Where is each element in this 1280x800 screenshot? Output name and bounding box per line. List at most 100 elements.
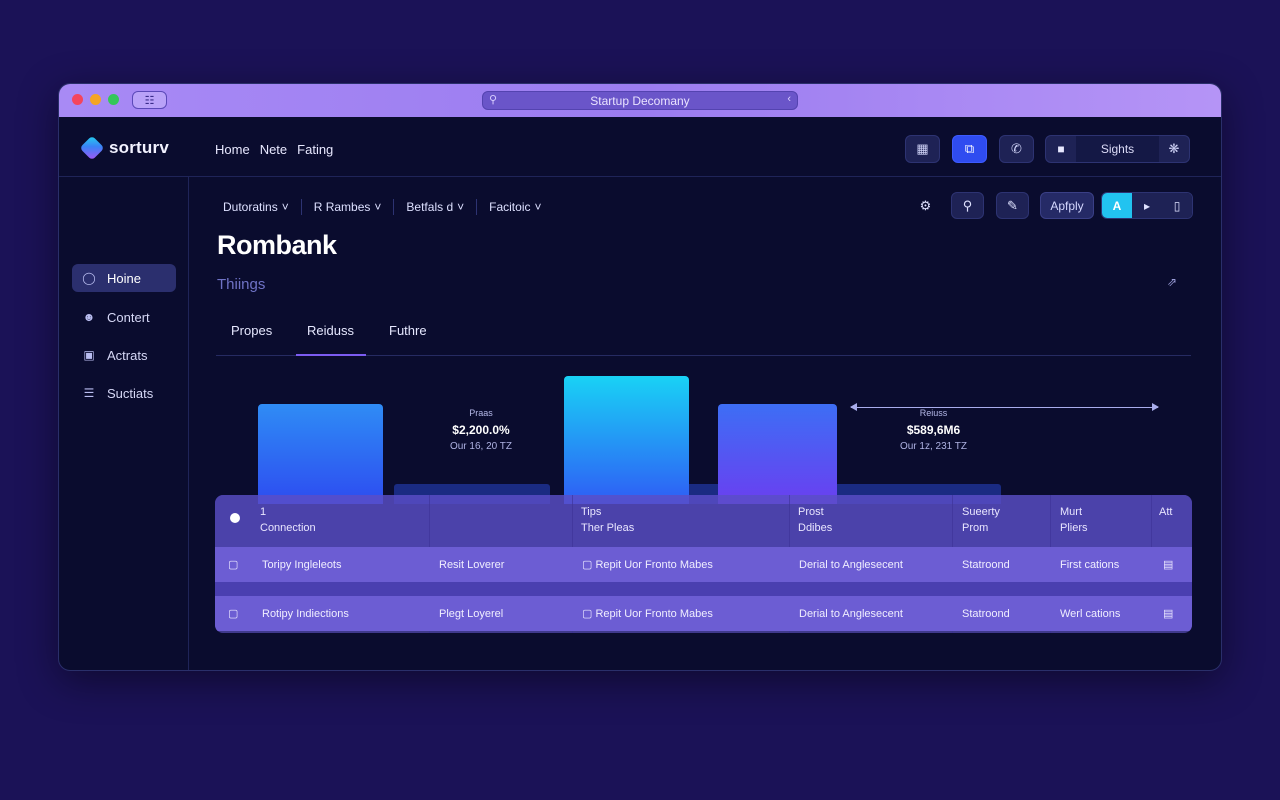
checkbox-icon[interactable]: ▢ bbox=[582, 607, 595, 620]
select-all-radio[interactable] bbox=[220, 513, 240, 523]
title-bar: ☷ ⚲ Startup Decomany ‹ bbox=[59, 84, 1221, 117]
sidebar-item-suctiats[interactable]: ☰ Suctiats bbox=[72, 379, 176, 407]
chart-annotation-1: Praas $2,200.0% Our 16, 20 TZ bbox=[426, 408, 536, 452]
edit-button[interactable]: ✎ bbox=[996, 192, 1029, 219]
sidebar-item-label: Contert bbox=[107, 309, 150, 325]
tab-futhre[interactable]: Futhre bbox=[389, 323, 427, 338]
table-row[interactable]: ▢ Toripy Ingleleots Resit Loverer ▢ Repi… bbox=[215, 547, 1192, 582]
chevron-down-icon: ˅ bbox=[457, 200, 465, 214]
segment-a-button[interactable]: A bbox=[1102, 193, 1132, 218]
data-table: 1 Connection Tips Ther Pleas Prost Ddibe… bbox=[215, 495, 1192, 633]
column-header[interactable]: Att bbox=[1149, 504, 1172, 520]
filter-label: R Rambes bbox=[313, 200, 371, 214]
filter-label: Facitoic bbox=[489, 200, 531, 214]
chevron-down-icon: ˅ bbox=[534, 200, 542, 214]
expand-icon[interactable]: ⇗ bbox=[1167, 275, 1177, 289]
column-header[interactable]: Prost Ddibes bbox=[788, 504, 832, 536]
header-line: Prost bbox=[798, 506, 824, 518]
sidebar-toggle-icon: ☷ bbox=[144, 94, 155, 107]
filter-divider bbox=[393, 199, 395, 215]
row-checkbox[interactable]: ▢ bbox=[218, 596, 238, 631]
pages-icon: ⧉ bbox=[964, 141, 975, 156]
revenue-chart: Praas $2,200.0% Our 16, 20 TZ Reiuss $58… bbox=[216, 364, 1196, 504]
row-checkbox[interactable]: ▢ bbox=[218, 547, 238, 582]
minimize-window-button[interactable] bbox=[90, 94, 101, 105]
lock-icon[interactable]: ■ bbox=[1046, 142, 1076, 156]
chart-bar-1[interactable] bbox=[258, 404, 383, 504]
row-gap bbox=[215, 582, 1192, 596]
sidebar-divider bbox=[188, 177, 189, 670]
filter-betfals[interactable]: Betfals d ˅ bbox=[406, 200, 464, 214]
sidebar-toggle-button[interactable]: ☷ bbox=[132, 91, 167, 109]
table-cell: Resit Loverer bbox=[439, 558, 505, 571]
maximize-window-button[interactable] bbox=[108, 94, 119, 105]
top-nav-fating[interactable]: Fating bbox=[297, 142, 333, 157]
radio-icon bbox=[230, 513, 240, 523]
search-icon: ⚲ bbox=[962, 197, 973, 213]
column-header[interactable]: Murt Pliers bbox=[1050, 504, 1088, 536]
table-cell: Rotipy Indiections bbox=[262, 607, 349, 620]
phone-icon: ✆ bbox=[1011, 141, 1022, 156]
sidebar-item-home[interactable]: ◯ Hoine bbox=[72, 264, 176, 292]
table-cell: First cations bbox=[1060, 558, 1120, 571]
table-cell: Statroond bbox=[962, 558, 1010, 571]
cell-text: Repit Uor Fronto Mabes bbox=[595, 558, 713, 571]
close-window-button[interactable] bbox=[72, 94, 83, 105]
top-nav-home[interactable]: Home bbox=[215, 142, 250, 157]
table-cell: ▢ Repit Uor Fronto Mabes bbox=[572, 547, 713, 582]
annotation-value: $2,200.0% bbox=[452, 423, 510, 437]
table-cell: Werl cations bbox=[1060, 607, 1121, 620]
column-header[interactable]: Tips Ther Pleas bbox=[571, 504, 634, 536]
chart-bar-3[interactable] bbox=[718, 404, 837, 504]
sidebar-item-contert[interactable]: ☻ Contert bbox=[72, 303, 176, 331]
filter-divider bbox=[476, 199, 478, 215]
sidebar-item-label: Actrats bbox=[107, 347, 148, 363]
table-row[interactable]: ▢ Rotipy Indiections Plegt Loyerel ▢ Rep… bbox=[215, 596, 1192, 631]
address-bar[interactable]: ⚲ Startup Decomany ‹ bbox=[482, 91, 798, 110]
call-button[interactable]: ✆ bbox=[999, 135, 1034, 163]
header-line: 1 bbox=[260, 506, 267, 518]
table-header: 1 Connection Tips Ther Pleas Prost Ddibe… bbox=[215, 495, 1192, 547]
top-nav: Home Nete Fating bbox=[215, 142, 333, 157]
filter-dutoratins[interactable]: Dutoratins ˅ bbox=[223, 200, 289, 214]
header-line: Prom bbox=[962, 522, 989, 534]
settings-button[interactable]: ⚙ bbox=[909, 192, 942, 219]
column-header[interactable]: 1 Connection bbox=[250, 504, 316, 536]
sparkle-icon[interactable]: ❋ bbox=[1159, 141, 1189, 157]
checkbox-icon[interactable]: ▢ bbox=[582, 558, 595, 571]
page-title: Rombank bbox=[217, 230, 337, 260]
table-cell: Toripy Ingleleots bbox=[262, 558, 342, 571]
logo-mark-icon bbox=[79, 135, 105, 161]
lock-icon: ▢ bbox=[228, 608, 239, 620]
logo-text: sorturv bbox=[109, 138, 169, 157]
cell-text: Repit Uor Fronto Mabes bbox=[595, 607, 713, 620]
filter-rambes[interactable]: R Rambes ˅ bbox=[314, 200, 382, 214]
segment-doc-button[interactable]: ▯ bbox=[1162, 193, 1192, 218]
row-action-button[interactable]: ▤ bbox=[1153, 547, 1173, 582]
tab-reiduss[interactable]: Reiduss bbox=[307, 323, 354, 338]
grid-icon: ▦ bbox=[916, 141, 929, 156]
segment-play-button[interactable]: ▸ bbox=[1132, 193, 1162, 218]
column-header[interactable]: Sueerty Prom bbox=[952, 504, 1000, 536]
logo[interactable]: sorturv bbox=[79, 135, 169, 161]
pages-button[interactable]: ⧉ bbox=[952, 135, 987, 163]
filter-facitoic[interactable]: Facitoic ˅ bbox=[489, 200, 541, 214]
calendar-icon: ▤ bbox=[1163, 608, 1174, 620]
tab-propes[interactable]: Propes bbox=[231, 323, 272, 338]
search-button[interactable]: ⚲ bbox=[951, 192, 984, 219]
top-nav-nete[interactable]: Nete bbox=[260, 142, 287, 157]
page-subtitle: Thiings bbox=[217, 276, 266, 293]
row-action-button[interactable]: ▤ bbox=[1153, 596, 1173, 631]
sidebar-item-label: Hoine bbox=[107, 270, 141, 286]
apply-button[interactable]: Apfply bbox=[1040, 192, 1094, 219]
annotation-sub: Our 16, 20 TZ bbox=[449, 441, 513, 452]
grid-view-button[interactable]: ▦ bbox=[905, 135, 940, 163]
table-cell: ▢ Repit Uor Fronto Mabes bbox=[572, 596, 713, 631]
document-icon: ▯ bbox=[1173, 198, 1181, 213]
sidebar-item-actrats[interactable]: ▣ Actrats bbox=[72, 341, 176, 369]
chart-bar-2[interactable] bbox=[564, 376, 689, 504]
home-icon: ◯ bbox=[82, 271, 96, 285]
sights-button[interactable]: Sights bbox=[1076, 136, 1159, 162]
window-title: Startup Decomany bbox=[590, 93, 690, 108]
header-line: Murt bbox=[1060, 506, 1082, 518]
